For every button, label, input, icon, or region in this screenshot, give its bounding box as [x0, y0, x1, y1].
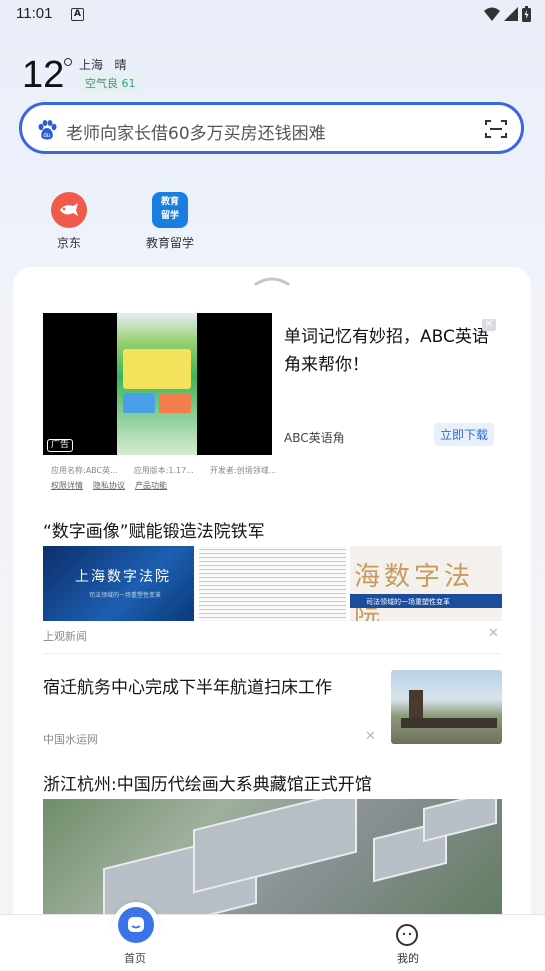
ad-links: 权限详情 隐私协议 产品功能 — [51, 480, 167, 491]
search-query[interactable]: 老师向家长借60多万买房还钱困难 — [66, 119, 326, 144]
article-image: 海数字法院 司法领域的一场重塑性变革 — [350, 546, 502, 621]
shortcut-label: 教育留学 — [145, 236, 194, 250]
article-title[interactable]: 浙江杭州:中国历代绘画大系典藏馆正式开馆 — [43, 770, 372, 795]
tab-home-label[interactable]: 首页 — [124, 950, 146, 966]
svg-text:du: du — [44, 133, 51, 139]
ad-badge: 广告 — [47, 439, 74, 452]
baidu-paw-icon: du — [38, 120, 57, 140]
notification-icon: A — [71, 8, 84, 21]
privacy-link[interactable]: 隐私协议 — [93, 480, 125, 491]
news-feed[interactable]: 广告 单词记忆有妙招，ABC英语角来帮你！ ✕ ABC英语角 立即下载 应用名称… — [13, 267, 531, 947]
collapse-handle-icon[interactable] — [254, 276, 290, 286]
wifi-icon — [484, 7, 500, 21]
jd-icon — [51, 192, 87, 228]
ad-meta: 应用名称:ABC英... 应用版本:1.17... 开发者:创境领域... — [51, 466, 277, 475]
scan-icon[interactable] — [485, 119, 507, 139]
education-icon: 教育 留学 — [152, 192, 188, 228]
download-button[interactable]: 立即下载 — [434, 423, 495, 446]
dismiss-icon[interactable]: ✕ — [365, 729, 376, 744]
divider — [43, 653, 501, 654]
dismiss-icon[interactable]: ✕ — [488, 626, 499, 641]
degree-icon — [64, 58, 72, 66]
article-source: 中国水运网 — [43, 733, 98, 746]
search-bar[interactable]: du 老师向家长借60多万买房还钱困难 — [19, 102, 524, 154]
tab-mine-label[interactable]: 我的 — [397, 950, 419, 966]
cell-signal-icon — [504, 7, 518, 21]
battery-icon — [522, 6, 531, 22]
home-icon — [118, 907, 154, 943]
ad-app-preview — [117, 313, 197, 455]
status-time: 11:01 — [16, 5, 53, 22]
shortcut-education[interactable]: 教育 留学 教育留学 — [130, 192, 210, 251]
article-image — [199, 546, 346, 621]
air-quality-badge: 空气良 61 — [79, 74, 142, 92]
ad-video[interactable]: 广告 — [43, 313, 272, 455]
shortcut-jd[interactable]: 京东 — [29, 192, 109, 251]
article-source: 上观新闻 — [43, 630, 87, 643]
ad-title[interactable]: 单词记忆有妙招，ABC英语角来帮你！ — [284, 323, 489, 379]
article-image: 上海数字法院 司法领域的一场重塑性变革 — [43, 546, 194, 621]
ad-source: ABC英语角 — [284, 431, 345, 445]
weather-location: 上海 晴 — [79, 58, 127, 72]
shortcut-label: 京东 — [56, 236, 81, 250]
article-title[interactable]: “数字画像”赋能锻造法院铁军 — [43, 517, 265, 542]
status-bar: 11:01 A — [0, 0, 545, 28]
features-link[interactable]: 产品功能 — [135, 480, 167, 491]
permission-link[interactable]: 权限详情 — [51, 480, 83, 491]
tab-home[interactable] — [113, 902, 159, 948]
profile-icon[interactable] — [396, 924, 418, 946]
article-thumbnail — [391, 670, 502, 744]
article-title[interactable]: 宿迁航务中心完成下半年航道扫床工作 — [43, 673, 332, 698]
close-icon[interactable]: ✕ — [482, 319, 496, 331]
temperature: 12 — [22, 54, 65, 96]
bottom-nav: 首页 我的 — [0, 902, 545, 971]
